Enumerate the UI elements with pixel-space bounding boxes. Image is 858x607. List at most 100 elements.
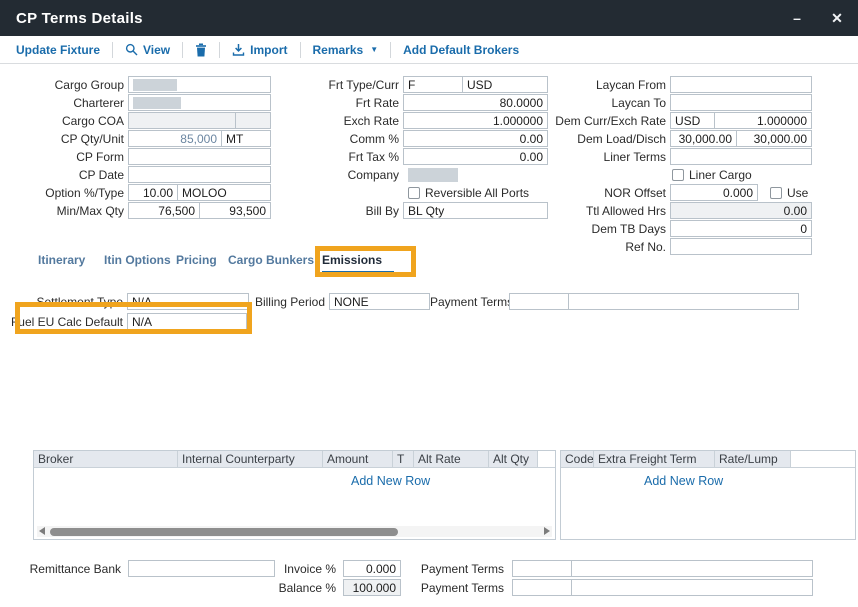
ttl-allowed-hrs-field[interactable]: 0.00 — [670, 202, 812, 219]
minimize-button[interactable]: – — [788, 10, 806, 26]
reversible-all-ports-checkbox[interactable] — [408, 187, 420, 199]
nor-offset-use-checkbox[interactable] — [770, 187, 782, 199]
option-label: Option %/Type — [1, 186, 128, 200]
dem-load-disch-label: Dem Load/Disch — [545, 132, 670, 146]
ttl-allowed-hrs-row: Ttl Allowed Hrs 0.00 — [545, 202, 812, 219]
laycan-from-field[interactable] — [670, 76, 812, 93]
fuel-eu-row: Fuel EU Calc Default N/A — [0, 313, 247, 330]
cargo-coa-field-2[interactable] — [235, 112, 271, 129]
frt-tax-field[interactable]: 0.00 — [403, 148, 548, 165]
brokers-table: Broker Internal Counterparty Amount T Al… — [33, 450, 556, 540]
tab-itin-options[interactable]: Itin Options — [104, 253, 171, 267]
horizontal-scrollbar[interactable] — [37, 526, 552, 537]
payment-terms-2-desc-field[interactable] — [571, 579, 813, 596]
tab-pricing[interactable]: Pricing — [176, 253, 217, 267]
option-pct-value: 10.00 — [143, 186, 173, 200]
cp-unit-value: MT — [226, 132, 243, 146]
dem-disch-field[interactable]: 30,000.00 — [736, 130, 812, 147]
option-row: Option %/Type 10.00 MOLOO — [1, 184, 271, 201]
exch-rate-field[interactable]: 1.000000 — [403, 112, 548, 129]
add-default-brokers-button[interactable]: Add Default Brokers — [403, 43, 519, 57]
cargo-coa-row: Cargo COA — [1, 112, 271, 129]
max-qty-field[interactable]: 93,500 — [199, 202, 271, 219]
search-icon — [125, 43, 138, 56]
column-header-alt-rate: Alt Rate — [414, 451, 489, 468]
option-pct-field[interactable]: 10.00 — [128, 184, 178, 201]
payment-terms-code-field[interactable] — [509, 293, 569, 310]
cp-form-field[interactable] — [128, 148, 271, 165]
dem-tb-days-field[interactable]: 0 — [670, 220, 812, 237]
nor-offset-field[interactable]: 0.000 — [670, 184, 758, 201]
dem-curr-field[interactable]: USD — [670, 112, 715, 129]
liner-cargo-checkbox[interactable] — [672, 169, 684, 181]
bill-by-field[interactable]: BL Qty — [403, 202, 548, 219]
dem-disch-value: 30,000.00 — [754, 132, 807, 146]
dem-exch-rate-field[interactable]: 1.000000 — [714, 112, 812, 129]
scroll-left-icon[interactable] — [39, 527, 45, 535]
tab-itinerary[interactable]: Itinerary — [38, 253, 85, 267]
tab-emissions[interactable]: Emissions — [322, 253, 394, 273]
update-fixture-button[interactable]: Update Fixture — [16, 43, 100, 57]
settlement-type-field[interactable]: N/A — [127, 293, 249, 310]
company-field[interactable] — [403, 166, 548, 183]
liner-terms-field[interactable] — [670, 148, 812, 165]
bill-by-row: Bill By BL Qty — [290, 202, 548, 219]
view-button[interactable]: View — [125, 43, 170, 57]
brokers-add-new-row-link[interactable]: Add New Row — [351, 474, 430, 488]
redacted-value — [408, 168, 458, 182]
remarks-button[interactable]: Remarks ▼ — [313, 43, 379, 57]
frt-type-field[interactable]: F — [403, 76, 463, 93]
frt-tax-row: Frt Tax % 0.00 — [290, 148, 548, 165]
balance-pct-field[interactable]: 100.000 — [343, 579, 401, 596]
form-column-right: Laycan From Laycan To Dem Curr/Exch Rate… — [545, 76, 812, 256]
remittance-bank-field[interactable] — [128, 560, 275, 577]
min-max-qty-label: Min/Max Qty — [1, 204, 128, 218]
charterer-row: Charterer — [1, 94, 271, 111]
cargo-coa-field[interactable] — [128, 112, 236, 129]
column-header-t: T — [393, 451, 414, 468]
cargo-group-field[interactable] — [128, 76, 271, 93]
frt-tax-label: Frt Tax % — [290, 150, 403, 164]
fuel-eu-calc-default-field[interactable]: N/A — [127, 313, 247, 330]
laycan-from-label: Laycan From — [545, 78, 670, 92]
close-button[interactable]: ✕ — [828, 10, 846, 27]
min-qty-field[interactable]: 76,500 — [128, 202, 200, 219]
fuel-eu-calc-default-label: Fuel EU Calc Default — [0, 315, 127, 329]
payment-terms-desc-field[interactable] — [568, 293, 799, 310]
tab-cargo-bunkers[interactable]: Cargo Bunkers — [228, 253, 314, 267]
billing-period-field[interactable]: NONE — [329, 293, 430, 310]
comm-field[interactable]: 0.00 — [403, 130, 548, 147]
dem-curr-value: USD — [675, 114, 700, 128]
ref-no-field[interactable] — [670, 238, 812, 255]
scroll-right-icon[interactable] — [544, 527, 550, 535]
extra-freight-add-new-row-link[interactable]: Add New Row — [644, 474, 723, 488]
ttl-allowed-hrs-value: 0.00 — [784, 204, 807, 218]
import-button[interactable]: Import — [232, 43, 287, 57]
liner-terms-label: Liner Terms — [545, 150, 670, 164]
ttl-allowed-hrs-label: Ttl Allowed Hrs — [545, 204, 670, 218]
cp-date-label: CP Date — [1, 168, 128, 182]
dem-load-value: 30,000.00 — [679, 132, 732, 146]
invoice-pct-field[interactable]: 0.000 — [343, 560, 401, 577]
dem-curr-exch-row: Dem Curr/Exch Rate USD 1.000000 — [545, 112, 812, 129]
option-type-field[interactable]: MOLOO — [177, 184, 271, 201]
cp-date-field[interactable] — [128, 166, 271, 183]
delete-button[interactable] — [195, 43, 207, 57]
redacted-value — [133, 79, 177, 91]
frt-rate-field[interactable]: 80.0000 — [403, 94, 548, 111]
payment-terms-1-code-field[interactable] — [512, 560, 572, 577]
payment-terms-1-desc-field[interactable] — [571, 560, 813, 577]
frt-rate-value: 80.0000 — [500, 96, 543, 110]
scrollbar-thumb[interactable] — [50, 528, 398, 536]
charterer-field[interactable] — [128, 94, 271, 111]
cp-qty-field[interactable]: 85,000 — [128, 130, 222, 147]
option-type-value: MOLOO — [182, 186, 227, 200]
laycan-to-field[interactable] — [670, 94, 812, 111]
dem-load-field[interactable]: 30,000.00 — [670, 130, 737, 147]
cp-qty-unit-label: CP Qty/Unit — [1, 132, 128, 146]
exch-rate-row: Exch Rate 1.000000 — [290, 112, 548, 129]
cp-unit-field[interactable]: MT — [221, 130, 271, 147]
payment-terms-2-code-field[interactable] — [512, 579, 572, 596]
frt-curr-field[interactable]: USD — [462, 76, 548, 93]
frt-type-curr-row: Frt Type/Curr F USD — [290, 76, 548, 93]
